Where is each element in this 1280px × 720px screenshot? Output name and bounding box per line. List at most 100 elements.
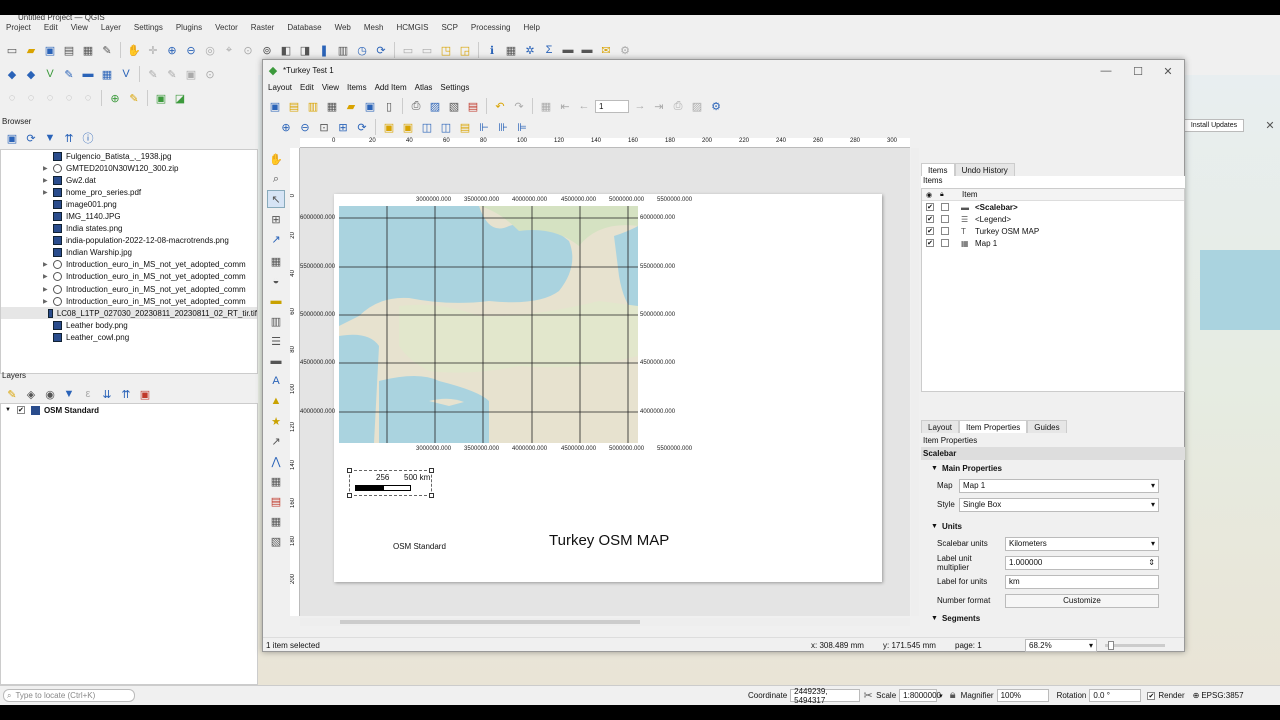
browser-item[interactable]: Fulgencio_Batista_,_1938.jpg xyxy=(1,150,257,162)
scroll-thumb[interactable] xyxy=(340,620,640,624)
digitize-icon[interactable]: ⚙ xyxy=(617,42,633,58)
add-north-arrow-icon[interactable]: A xyxy=(267,372,285,390)
map-title-label[interactable]: Turkey OSM MAP xyxy=(549,532,669,549)
label-units-input[interactable]: km xyxy=(1005,574,1159,589)
rotation-input[interactable]: 0.0 ° xyxy=(1089,689,1142,702)
annotation-icon[interactable]: ✉ xyxy=(598,42,614,58)
expand-arrow-icon[interactable]: ▶ xyxy=(43,261,53,268)
select-icon[interactable]: ▭ xyxy=(400,42,416,58)
atlas-next-icon[interactable]: → xyxy=(632,98,648,114)
add-node-icon[interactable]: ⋀ xyxy=(267,452,285,470)
new-layout-icon[interactable]: ▤ xyxy=(61,42,77,58)
bottom-align-icon[interactable]: ⊫ xyxy=(514,119,530,135)
vertical-scrollbar[interactable] xyxy=(911,148,919,616)
item-lock-checkbox[interactable] xyxy=(941,215,949,223)
plugin-c-icon[interactable]: ◌ xyxy=(42,90,58,106)
new-layout-icon[interactable]: ▤ xyxy=(286,98,302,114)
coordinate-input[interactable]: 2449239, 5494317 xyxy=(790,687,861,705)
duplicate-layout-icon[interactable]: ▥ xyxy=(305,98,321,114)
atlas-export-icon[interactable]: ▨ xyxy=(689,98,705,114)
layer-checkbox[interactable]: ✔ xyxy=(16,406,25,414)
digitize-point-icon[interactable]: ▣ xyxy=(183,66,199,82)
browser-item[interactable]: ▶ GMTED2010N30W120_300.zip xyxy=(1,162,257,174)
zoom-full-layout-icon[interactable]: ⊞ xyxy=(335,119,351,135)
layout-menu-add-item[interactable]: Add Item xyxy=(375,83,407,92)
visibility-icon[interactable]: ◉ xyxy=(42,386,58,402)
zoom-last-icon[interactable]: ◧ xyxy=(278,42,294,58)
save-edits-icon[interactable]: ✎ xyxy=(164,66,180,82)
new-bookmark-icon[interactable]: ▥ xyxy=(335,42,351,58)
atlas-preview-icon[interactable]: ▦ xyxy=(538,98,554,114)
zoom-rubber-icon[interactable]: ◎ xyxy=(202,42,218,58)
style-combo[interactable]: Single Box ▾ xyxy=(959,497,1159,512)
customize-button[interactable]: Customize xyxy=(1005,593,1159,608)
export-svg-icon[interactable]: ▧ xyxy=(446,98,462,114)
item-visible-checkbox[interactable]: ✔ xyxy=(926,239,934,247)
processing-icon[interactable]: ✲ xyxy=(522,42,538,58)
add-arrow-icon[interactable]: ↗ xyxy=(267,432,285,450)
segments-section[interactable]: ▼ Segments xyxy=(921,610,1185,626)
plugin-e-icon[interactable]: ◌ xyxy=(80,90,96,106)
add-mesh-icon[interactable]: ▬ xyxy=(80,66,96,82)
layout-menu-edit[interactable]: Edit xyxy=(300,83,314,92)
add-elevation-icon[interactable]: ▧ xyxy=(267,532,285,550)
spin-arrows-icon[interactable]: ⇕ xyxy=(1148,558,1155,567)
digitize-line-icon[interactable]: ⊙ xyxy=(202,66,218,82)
browser-tree[interactable]: Fulgencio_Batista_,_1938.jpg ▶ GMTED2010N3… xyxy=(0,149,258,374)
export-pdf-icon[interactable]: ▤ xyxy=(465,98,481,114)
scp-roi-icon[interactable]: ◪ xyxy=(172,90,188,106)
scp-band-icon[interactable]: ▣ xyxy=(153,90,169,106)
print-icon[interactable]: ⎙ xyxy=(408,98,424,114)
layers-tree[interactable]: ▼ ✔ OSM Standard xyxy=(0,403,258,685)
lower-icon[interactable]: ◫ xyxy=(438,119,454,135)
pan-to-selection-icon[interactable]: ✛ xyxy=(145,42,161,58)
atlas-print-icon[interactable]: ⎙ xyxy=(670,98,686,114)
layer-row[interactable]: ▼ ✔ OSM Standard xyxy=(1,404,257,416)
collapse-arrow-icon[interactable]: ▼ xyxy=(931,523,938,530)
main-properties-section[interactable]: ▼ Main Properties xyxy=(921,460,1185,476)
item-visible-checkbox[interactable]: ✔ xyxy=(926,227,934,235)
expand-all-icon[interactable]: ⇊ xyxy=(99,386,115,402)
layout-menu-settings[interactable]: Settings xyxy=(440,83,469,92)
refresh-icon[interactable]: ⟳ xyxy=(373,42,389,58)
pan-icon[interactable]: ✋ xyxy=(126,42,142,58)
item-row[interactable]: ✔ ☰ <Legend> xyxy=(922,213,1184,225)
add-shape-icon[interactable]: ▲ xyxy=(267,392,285,410)
add-legend-icon[interactable]: ☰ xyxy=(267,332,285,350)
expand-arrow-icon[interactable]: ▼ xyxy=(5,407,11,413)
deselect-icon[interactable]: ◳ xyxy=(438,42,454,58)
expand-arrow-icon[interactable]: ▶ xyxy=(43,177,53,184)
item-row[interactable]: ✔ ▦ Map 1 xyxy=(922,237,1184,249)
coordinate-toggle-icon[interactable]: ✂ xyxy=(860,688,876,704)
browser-item[interactable]: Leather body.png xyxy=(1,319,257,331)
data-source-icon[interactable]: ◆ xyxy=(4,66,20,82)
menu-settings[interactable]: Settings xyxy=(134,23,163,37)
page-number-input[interactable]: 1 xyxy=(595,99,629,113)
atlas-first-icon[interactable]: ⇤ xyxy=(557,98,573,114)
scale-combo[interactable]: 1:8000000 xyxy=(899,689,941,702)
plugin-b-icon[interactable]: ◌ xyxy=(23,90,39,106)
select-move-icon[interactable]: ↖ xyxy=(267,190,285,208)
item-lock-checkbox[interactable] xyxy=(941,239,949,247)
add-wms-icon[interactable]: ▦ xyxy=(99,66,115,82)
zoom-next-icon[interactable]: ◨ xyxy=(297,42,313,58)
collapse-arrow-icon[interactable]: ▼ xyxy=(931,615,938,622)
add-group-icon[interactable]: ◈ xyxy=(23,386,39,402)
edit-nodes-icon[interactable]: ↗ xyxy=(267,230,285,248)
zoom-layer-icon[interactable]: ⊙ xyxy=(240,42,256,58)
add-label-icon[interactable]: ▥ xyxy=(267,312,285,330)
expression-filter-icon[interactable]: ε xyxy=(80,386,96,402)
open-project-icon[interactable]: ▰ xyxy=(23,42,39,58)
legend-item[interactable]: OSM Standard xyxy=(393,542,446,551)
edit-pencil-icon[interactable]: ✎ xyxy=(145,66,161,82)
add-map-icon[interactable]: ▦ xyxy=(267,252,285,270)
distribute-icon[interactable]: ⊩ xyxy=(476,119,492,135)
handle[interactable] xyxy=(347,493,352,498)
maximize-icon[interactable]: ☐ xyxy=(1130,63,1146,79)
layout-canvas[interactable]: 3000000.000 3000000.000 3500000.000 3500000… xyxy=(300,148,910,616)
filter-icon[interactable]: ▼ xyxy=(42,130,58,146)
expand-arrow-icon[interactable]: ▶ xyxy=(43,273,53,280)
layout-menu-layout[interactable]: Layout xyxy=(268,83,292,92)
remove-layer-icon[interactable]: ▣ xyxy=(137,386,153,402)
menu-layer[interactable]: Layer xyxy=(101,23,121,37)
